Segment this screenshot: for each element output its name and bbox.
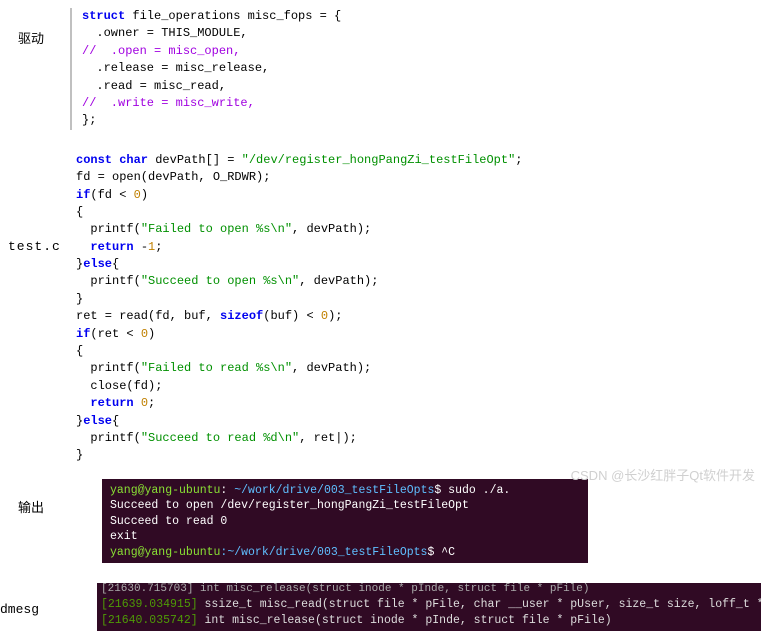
code: .release = misc_release,: [82, 61, 269, 75]
code: fd = open(devPath, O_RDWR);: [76, 170, 270, 184]
term-line: Succeed to open /dev/register_hongPangZi…: [110, 499, 469, 512]
kw-if: if: [76, 327, 90, 341]
num: 0: [134, 188, 141, 202]
term-user: yang@yang-ubuntu: [110, 484, 220, 497]
term-path: :~/work/drive/003_testFileOpts: [220, 546, 427, 559]
code: }: [76, 292, 83, 306]
code: [76, 240, 90, 254]
term-path: ~/work/drive/003_testFileOpts: [234, 484, 434, 497]
testc-code: const char devPath[] = "/dev/register_ho…: [76, 152, 523, 465]
comment: // .open = misc_open,: [82, 44, 240, 58]
driver-code: struct file_operations misc_fops = { .ow…: [82, 8, 341, 130]
code: ;: [155, 240, 162, 254]
code: (fd <: [90, 188, 133, 202]
code: printf(: [76, 431, 141, 445]
kw-constchar: const char: [76, 153, 148, 167]
code: {: [76, 344, 83, 358]
code: close(fd);: [76, 379, 162, 393]
kw-sizeof: sizeof: [220, 309, 263, 323]
code: [76, 396, 90, 410]
code: .read = misc_read,: [82, 79, 226, 93]
code: }: [76, 448, 83, 462]
string: "Failed to read %s\n": [141, 361, 292, 375]
string: "Failed to open %s\n": [141, 222, 292, 236]
kw-else: else: [83, 414, 112, 428]
dmesg-line: int misc_release(struct inode * pInde, s…: [198, 614, 612, 627]
code: ;: [515, 153, 522, 167]
code: , devPath);: [299, 274, 378, 288]
comment: // .write = misc_write,: [82, 96, 255, 110]
code: ;: [148, 396, 155, 410]
term-end: $ ^C: [427, 546, 455, 559]
code: , devPath);: [292, 222, 371, 236]
section-label-dmesg: dmesg: [0, 583, 46, 620]
code: devPath[] =: [148, 153, 242, 167]
code: , devPath);: [292, 361, 371, 375]
code: [134, 396, 141, 410]
code: ret = read(fd, buf,: [76, 309, 220, 323]
code: ): [148, 327, 155, 341]
code: {: [76, 205, 83, 219]
code: printf(: [76, 274, 141, 288]
dmesg-panel: [21630.715703] int misc_release(struct i…: [97, 583, 761, 641]
code: (buf) <: [263, 309, 321, 323]
string: "/dev/register_hongPangZi_testFileOpt": [242, 153, 516, 167]
dmesg-ts: [21639.034915]: [101, 598, 198, 611]
string: "Succeed to read %d\n": [141, 431, 299, 445]
code: ): [141, 188, 148, 202]
code: {: [112, 257, 119, 271]
section-label-testc: test.c: [8, 152, 76, 257]
term-user: yang@yang-ubuntu: [110, 546, 220, 559]
term-cmd: $ sudo ./a.: [434, 484, 510, 497]
code: file_operations misc_fops = {: [125, 9, 341, 23]
kw-if: if: [76, 188, 90, 202]
num: 0: [321, 309, 328, 323]
terminal-output: yang@yang-ubuntu: ~/work/drive/003_testF…: [102, 479, 588, 564]
term-line: Succeed to read 0: [110, 515, 227, 528]
code: (ret <: [90, 327, 140, 341]
num: 0: [141, 396, 148, 410]
term-sep: :: [220, 484, 234, 497]
section-label-driver: 驱动: [18, 8, 70, 49]
code: );: [328, 309, 342, 323]
dmesg-cut-top: [21630.715703] int misc_release(struct i…: [97, 583, 761, 596]
dmesg-line: ssize_t misc_read(struct file * pFile, c…: [198, 598, 761, 611]
kw-return: return: [90, 240, 133, 254]
code: };: [82, 113, 96, 127]
num: 0: [141, 327, 148, 341]
code: printf(: [76, 361, 141, 375]
dmesg-ts: [21640.035742]: [101, 614, 198, 627]
code: , ret|);: [299, 431, 357, 445]
kw-return: return: [90, 396, 133, 410]
kw-else: else: [83, 257, 112, 271]
code: printf(: [76, 222, 141, 236]
code: -: [134, 240, 148, 254]
code: {: [112, 414, 119, 428]
dmesg-cut-bottom: [97, 629, 761, 641]
term-line: exit: [110, 530, 138, 543]
string: "Succeed to open %s\n": [141, 274, 299, 288]
gutter: [70, 8, 72, 130]
kw-struct: struct: [82, 9, 125, 23]
code: .owner = THIS_MODULE,: [82, 26, 248, 40]
